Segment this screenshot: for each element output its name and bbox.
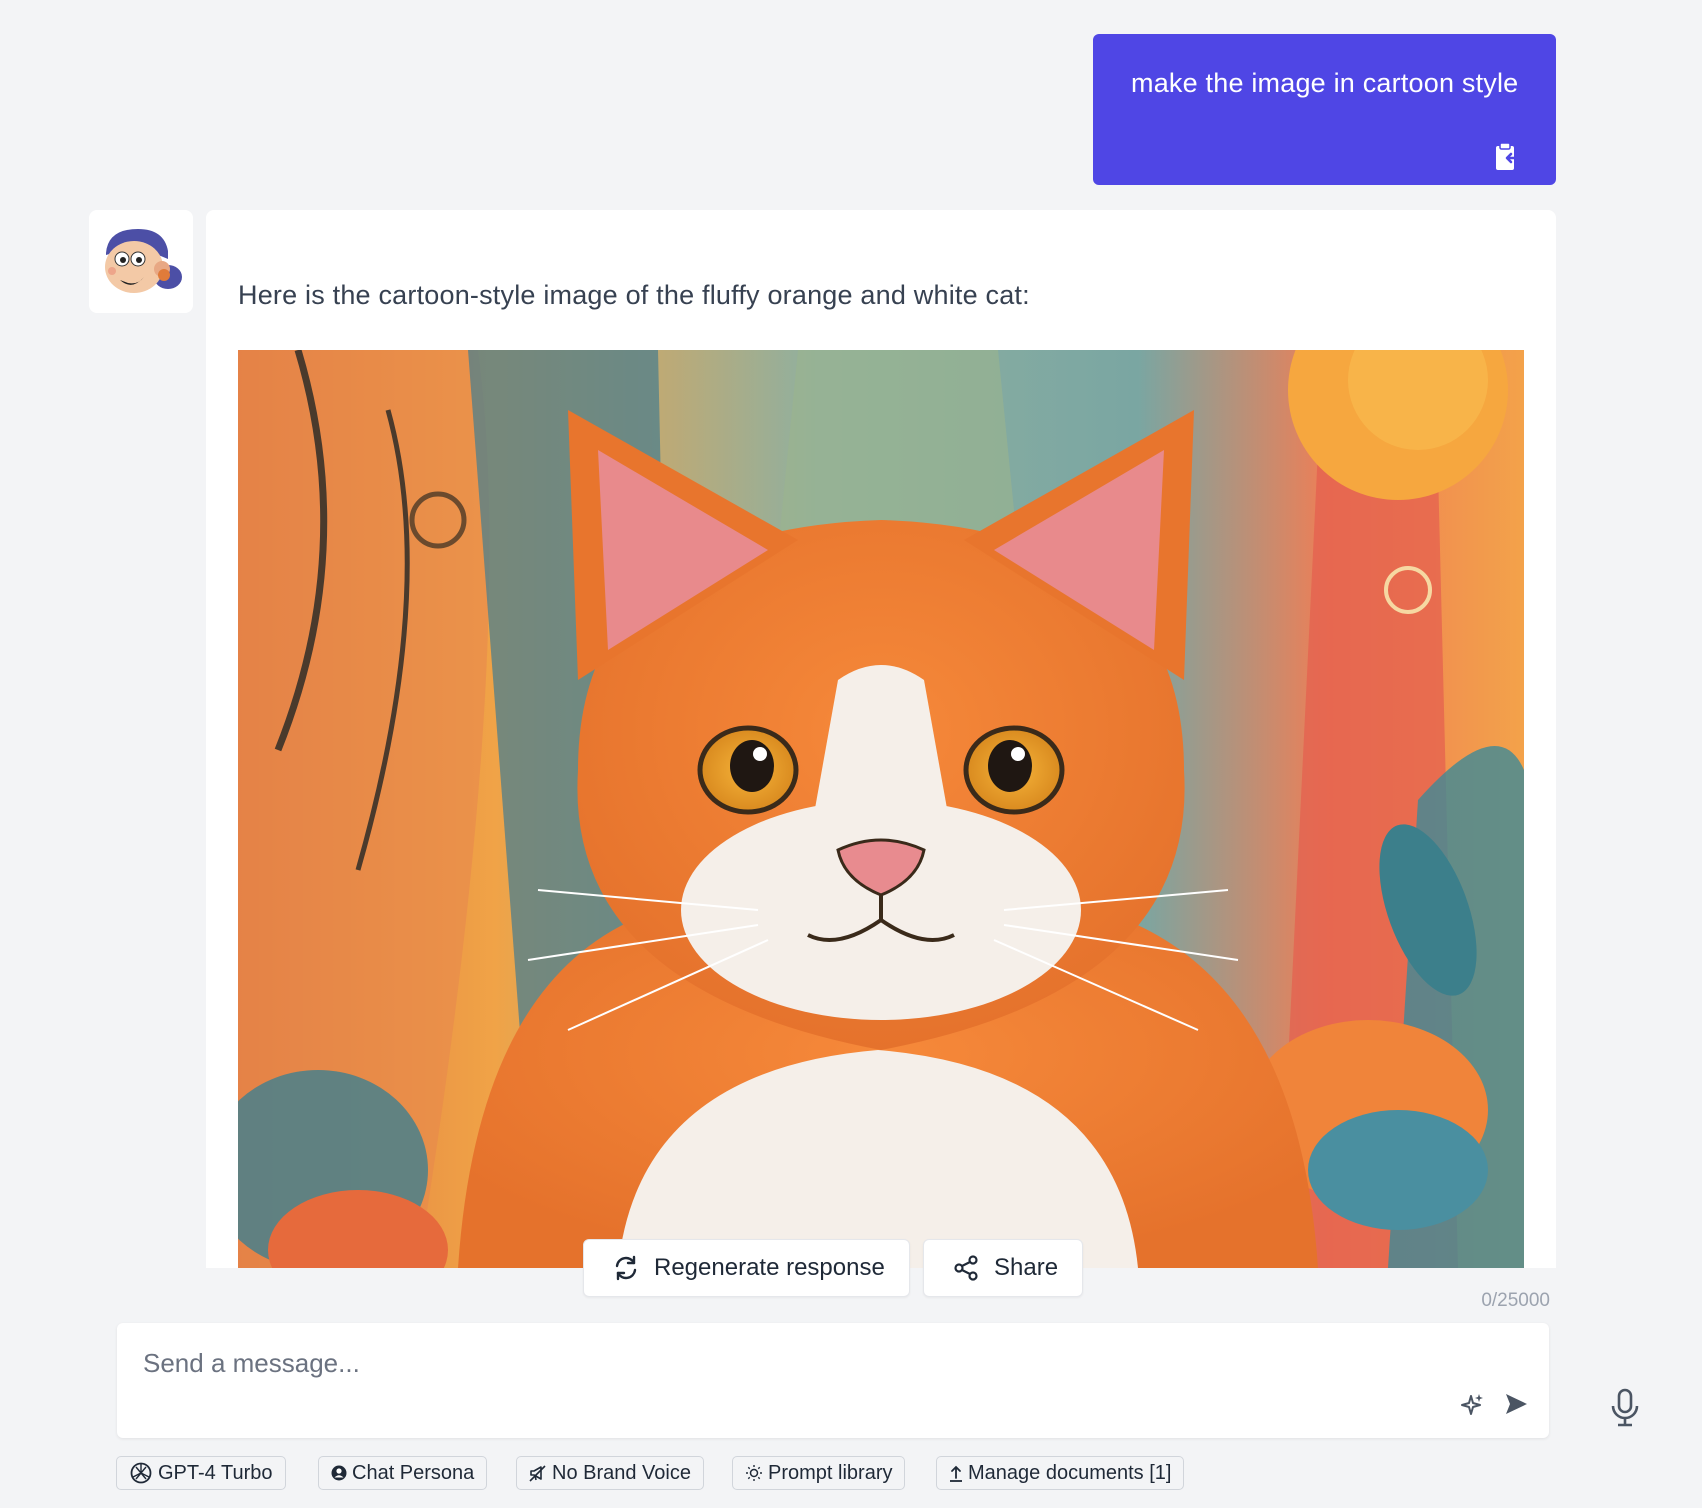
share-label: Share [994,1254,1059,1281]
user-circle-icon [331,1465,347,1481]
megaphone-off-icon [529,1465,546,1482]
chat-persona-button[interactable]: Chat Persona [318,1456,488,1490]
share-button[interactable]: Share [923,1239,1083,1297]
manage-documents-label: Manage documents [1] [968,1461,1172,1484]
message-input[interactable] [143,1343,1343,1383]
character-count: 0/25000 [1481,1290,1550,1311]
chat-persona-label: Chat Persona [352,1461,475,1484]
clipboard-copy-icon[interactable] [1492,142,1520,172]
assistant-message-card: Here is the cartoon-style image of the f… [206,210,1556,1268]
brand-voice-label: No Brand Voice [552,1461,691,1484]
sparkle-icon[interactable] [1459,1391,1485,1424]
user-message-bubble: make the image in cartoon style [1093,34,1556,185]
prompt-library-label: Prompt library [768,1461,893,1484]
refresh-icon [615,1255,637,1281]
cartoon-boy-avatar-icon [105,229,182,293]
microphone-icon[interactable] [1610,1388,1640,1433]
prompt-library-button[interactable]: Prompt library [732,1456,906,1490]
send-icon[interactable] [1503,1391,1529,1422]
sun-icon [746,1465,762,1481]
regenerate-response-button[interactable]: Regenerate response [583,1239,910,1297]
manage-documents-button[interactable]: Manage documents [1] [936,1456,1185,1490]
openai-icon [130,1462,152,1484]
regenerate-response-label: Regenerate response [654,1254,885,1281]
cat-illustration [238,350,1524,1268]
model-selector[interactable]: GPT-4 Turbo [116,1456,286,1490]
user-message-text: make the image in cartoon style [1131,68,1519,98]
message-composer [117,1323,1549,1438]
upload-icon [950,1465,962,1482]
assistant-avatar [89,210,193,313]
assistant-message-text: Here is the cartoon-style image of the f… [238,280,1030,310]
cartoon-orange-cat-image[interactable] [238,350,1524,1268]
model-label: GPT-4 Turbo [158,1461,273,1484]
brand-voice-button[interactable]: No Brand Voice [516,1456,704,1490]
share-icon [954,1255,978,1281]
